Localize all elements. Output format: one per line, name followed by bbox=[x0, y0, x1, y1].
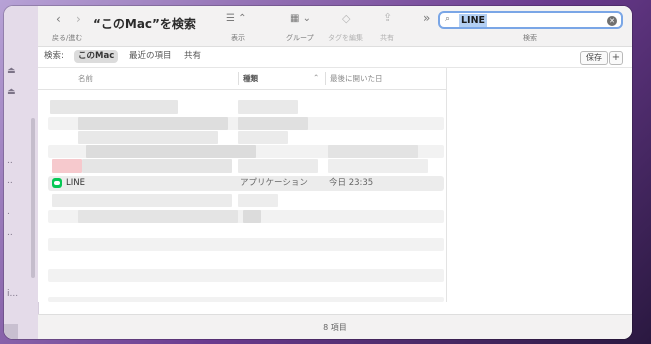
blurred-cell bbox=[78, 210, 238, 223]
line-app-icon bbox=[52, 178, 62, 188]
share-icon[interactable]: ⇪ bbox=[383, 11, 392, 24]
finder-window: ⏏ ⏏ .. .. . .. i... ‹ › 戻る/進む “このMac”を検索… bbox=[4, 6, 632, 339]
column-name[interactable]: 名前 bbox=[78, 73, 93, 84]
blurred-row[interactable] bbox=[82, 159, 232, 173]
forward-icon[interactable]: › bbox=[76, 12, 81, 26]
blurred-row[interactable] bbox=[50, 100, 178, 114]
column-header: 名前 種類 ⌃ 最後に開いた日 bbox=[38, 68, 446, 90]
blurred-cell bbox=[238, 194, 278, 207]
search-scope-bar: 検索: このMac 最近の項目 共有 保存 + bbox=[38, 47, 632, 68]
eject-icon[interactable]: ⏏ bbox=[7, 66, 16, 76]
sidebar-scrollbar[interactable] bbox=[31, 118, 35, 278]
scope-recent[interactable]: 最近の項目 bbox=[129, 50, 172, 63]
list-view-icon[interactable]: ☰ ⌃ bbox=[226, 13, 247, 24]
blurred-cell bbox=[238, 100, 298, 114]
blurred-cell bbox=[238, 131, 288, 144]
empty-row bbox=[48, 269, 444, 282]
sidebar-item-truncated[interactable]: .. bbox=[7, 228, 13, 238]
blurred-cell bbox=[243, 210, 261, 223]
blurred-row[interactable] bbox=[52, 194, 232, 207]
sidebar: ⏏ ⏏ .. .. . .. i... bbox=[4, 6, 39, 339]
sidebar-item-truncated[interactable]: .. bbox=[7, 156, 13, 166]
toolbar: ‹ › 戻る/進む “このMac”を検索 ☰ ⌃ 表示 ▦ ⌄ グループ ◇ タ… bbox=[38, 6, 632, 47]
tag-label: タグを編集 bbox=[328, 34, 363, 42]
add-criteria-button[interactable]: + bbox=[609, 51, 623, 65]
empty-row bbox=[48, 238, 444, 251]
tag-icon[interactable]: ◇ bbox=[342, 12, 350, 25]
scope-label: 検索: bbox=[44, 51, 64, 61]
window-title: “このMac”を検索 bbox=[93, 17, 196, 31]
blurred-cell bbox=[78, 117, 228, 130]
result-name: LINE bbox=[66, 178, 85, 188]
search-field[interactable]: ⌕ LINE ✕ bbox=[438, 11, 623, 29]
back-icon[interactable]: ‹ bbox=[56, 12, 61, 26]
table-row[interactable]: LINE アプリケーション 今日 23:35 bbox=[48, 176, 444, 191]
search-icon: ⌕ bbox=[445, 14, 451, 24]
blurred-cell bbox=[328, 145, 418, 158]
scope-shared[interactable]: 共有 bbox=[184, 50, 201, 63]
group-label: グループ bbox=[286, 34, 314, 42]
blurred-cell bbox=[328, 159, 428, 173]
search-input[interactable]: LINE bbox=[459, 14, 488, 27]
blurred-cell bbox=[238, 117, 308, 130]
result-kind: アプリケーション bbox=[240, 178, 308, 188]
column-divider[interactable] bbox=[325, 72, 326, 85]
sidebar-item-truncated[interactable]: i... bbox=[7, 289, 18, 299]
scope-this-mac[interactable]: このMac bbox=[74, 50, 119, 63]
status-bar: 8 項目 bbox=[38, 314, 632, 339]
blurred-cell bbox=[238, 159, 318, 173]
blurred-row[interactable] bbox=[78, 131, 218, 144]
more-icon[interactable]: » bbox=[423, 11, 430, 25]
results-list[interactable]: LINE アプリケーション 今日 23:35 bbox=[38, 90, 446, 302]
empty-row bbox=[48, 297, 444, 302]
column-divider[interactable] bbox=[238, 72, 239, 85]
column-kind[interactable]: 種類 bbox=[243, 73, 258, 84]
search-label: 検索 bbox=[523, 34, 537, 42]
nav-label: 戻る/進む bbox=[52, 34, 83, 42]
group-icon[interactable]: ▦ ⌄ bbox=[290, 13, 311, 24]
result-last-opened: 今日 23:35 bbox=[329, 178, 374, 188]
sidebar-item-truncated[interactable]: . bbox=[7, 207, 10, 217]
clear-search-icon[interactable]: ✕ bbox=[607, 16, 617, 26]
save-button[interactable]: 保存 bbox=[580, 51, 608, 65]
view-label: 表示 bbox=[231, 34, 245, 42]
sidebar-selected-item[interactable] bbox=[4, 324, 18, 339]
blurred-cell bbox=[86, 145, 256, 158]
blurred-icon bbox=[52, 159, 82, 173]
share-label: 共有 bbox=[380, 34, 394, 42]
sidebar-item-truncated[interactable]: .. bbox=[7, 176, 13, 186]
item-count: 8 項目 bbox=[323, 323, 347, 332]
column-last-opened[interactable]: 最後に開いた日 bbox=[330, 73, 383, 84]
eject-icon[interactable]: ⏏ bbox=[7, 87, 16, 97]
preview-pane bbox=[446, 68, 632, 302]
sort-chevron-icon[interactable]: ⌃ bbox=[313, 73, 319, 82]
